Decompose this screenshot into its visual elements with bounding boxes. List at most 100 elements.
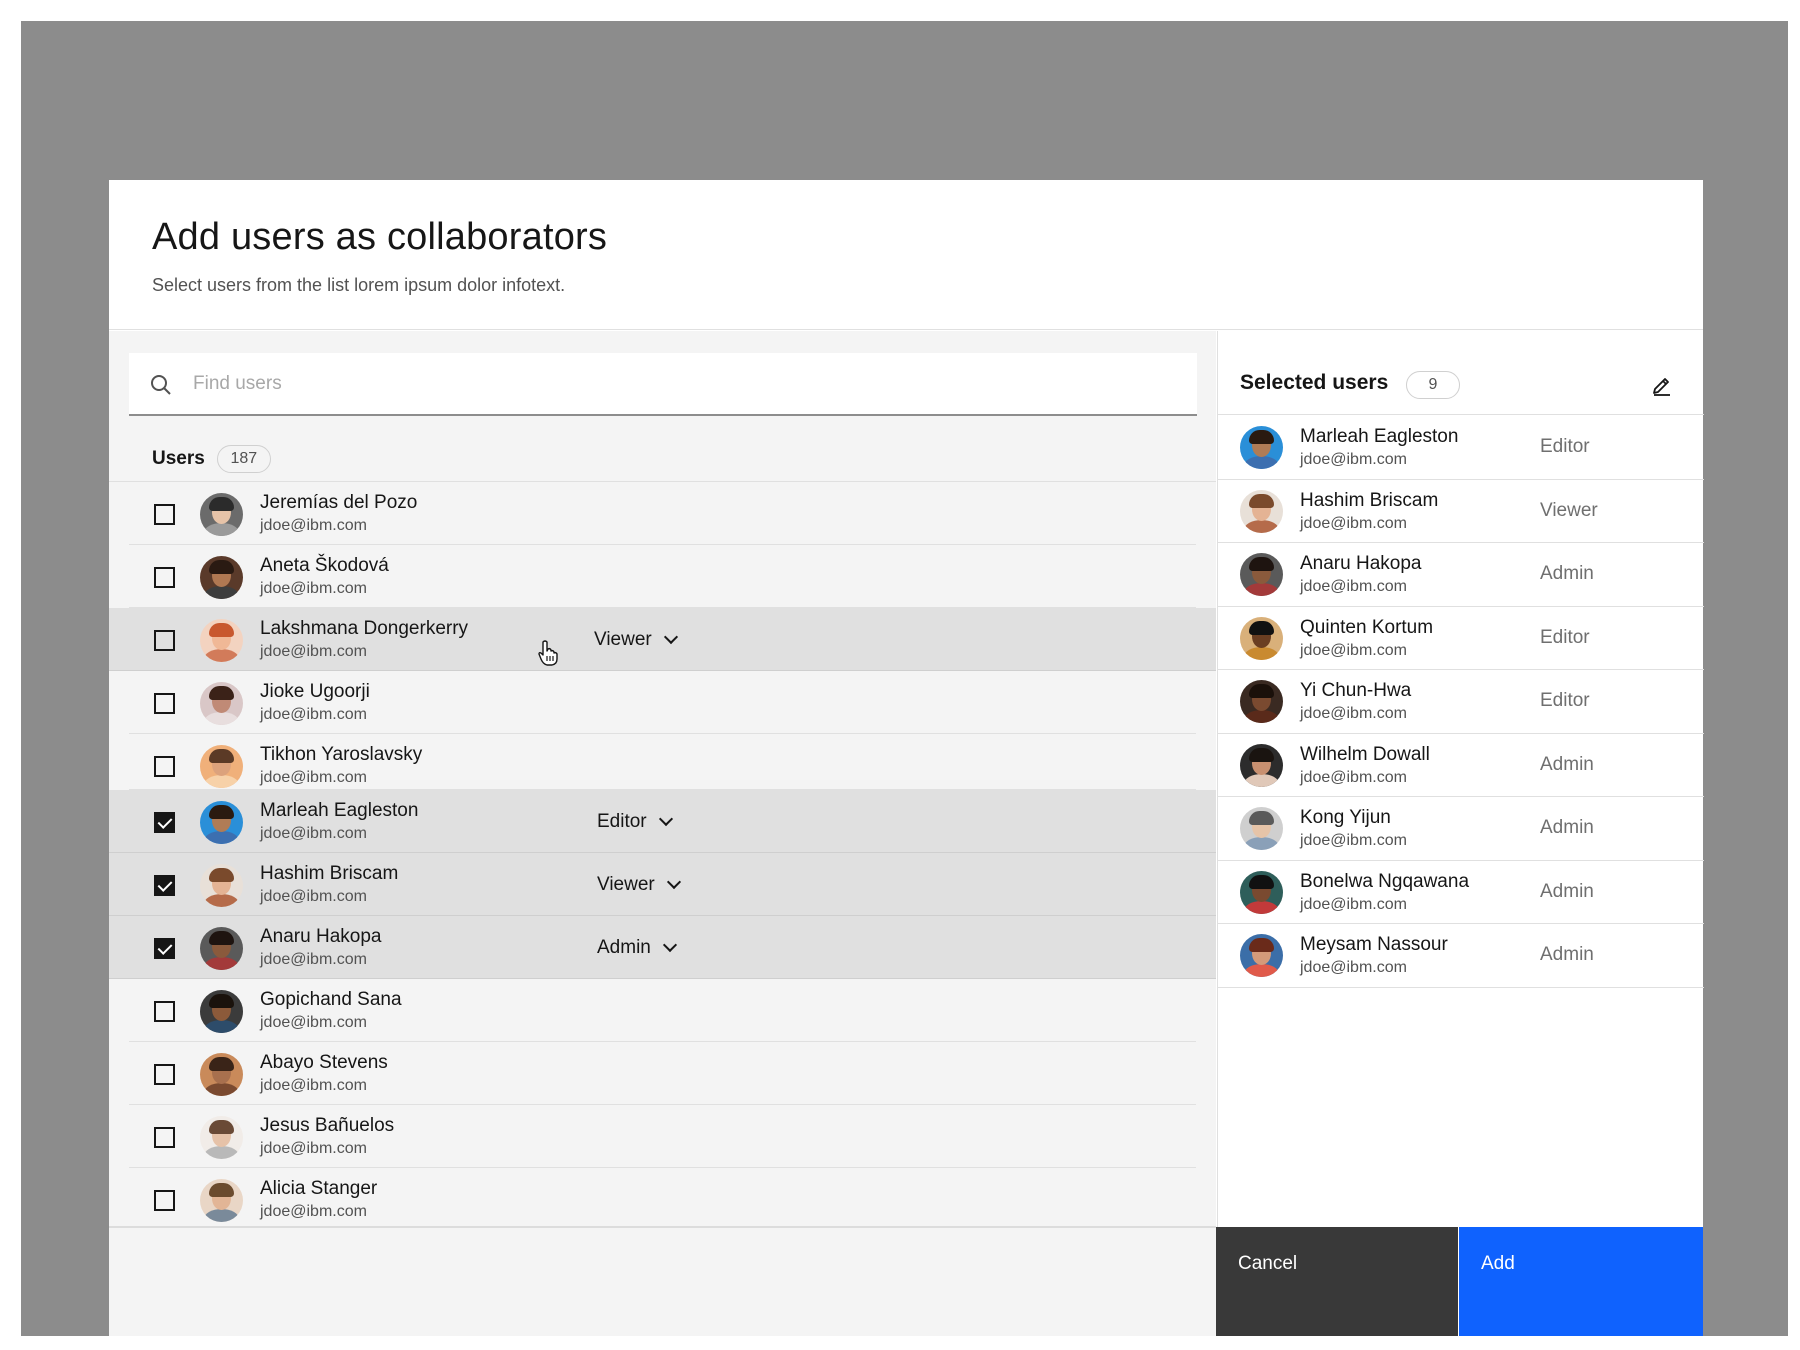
- user-name: Hashim Briscam: [260, 863, 399, 884]
- modal-subtitle: Select users from the list lorem ipsum d…: [152, 275, 566, 295]
- selected-user-row[interactable]: Hashim Briscam jdoe@ibm.com Viewer: [1218, 480, 1704, 543]
- avatar: [1240, 616, 1283, 660]
- selected-user-role: Editor: [1540, 626, 1590, 648]
- role-dropdown-label: Admin: [597, 937, 651, 958]
- user-email: jdoe@ibm.com: [260, 580, 367, 597]
- avatar: [1240, 680, 1283, 723]
- selected-user-row[interactable]: Anaru Hakopa jdoe@ibm.com Admin: [1218, 543, 1704, 607]
- modal-title: Add users as collaborators: [152, 216, 608, 258]
- user-row[interactable]: Anaru Hakopa jdoe@ibm.com Admin: [109, 916, 1216, 979]
- selected-user-name: Quinten Kortum: [1300, 616, 1434, 638]
- selected-user-row[interactable]: Wilhelm Dowall jdoe@ibm.com Admin: [1218, 734, 1704, 797]
- avatar: [200, 556, 243, 599]
- chevron-down-icon: [666, 874, 681, 890]
- user-email: jdoe@ibm.com: [260, 888, 367, 905]
- user-name: Tikhon Yaroslavsky: [260, 744, 423, 765]
- selected-user-row[interactable]: Marleah Eagleston jdoe@ibm.com Editor: [1218, 416, 1704, 480]
- selected-user-role: Editor: [1540, 690, 1590, 711]
- hand-pointer-icon: [538, 640, 558, 666]
- checkbox-unchecked-icon[interactable]: [154, 1127, 175, 1148]
- role-dropdown[interactable]: Viewer: [597, 871, 681, 899]
- avatar: [200, 493, 243, 536]
- user-email: jdoe@ibm.com: [260, 769, 367, 786]
- checkbox-unchecked-icon[interactable]: [154, 630, 175, 651]
- search-input[interactable]: [193, 353, 1173, 414]
- checkbox-unchecked-icon[interactable]: [154, 1064, 175, 1085]
- avatar: [1240, 870, 1283, 914]
- search-box[interactable]: [129, 353, 1197, 416]
- selected-users-list: Marleah Eagleston jdoe@ibm.com Editor Hashi…: [1218, 416, 1704, 988]
- checkbox-unchecked-icon[interactable]: [154, 1001, 175, 1022]
- selected-users-panel: Selected users 9 Marleah Eagleston jdoe@i…: [1217, 331, 1704, 1336]
- user-row[interactable]: Alicia Stanger jdoe@ibm.com: [109, 1168, 1216, 1227]
- avatar: [200, 801, 243, 844]
- avatar: [1240, 807, 1283, 850]
- selected-user-name: Bonelwa Ngqawana: [1300, 870, 1470, 892]
- selected-user-row[interactable]: Quinten Kortum jdoe@ibm.com Editor: [1218, 607, 1704, 670]
- edit-icon[interactable]: [1650, 373, 1674, 397]
- role-dropdown[interactable]: Viewer: [594, 626, 678, 654]
- user-row[interactable]: Jeremías del Pozo jdoe@ibm.com: [109, 482, 1216, 545]
- cancel-button[interactable]: Cancel: [1216, 1227, 1458, 1336]
- selected-user-role: Admin: [1540, 944, 1594, 965]
- avatar: [1240, 553, 1283, 596]
- user-name: Jesus Bañuelos: [260, 1115, 395, 1136]
- checkbox-checked-icon[interactable]: [154, 812, 175, 833]
- selected-user-email: jdoe@ibm.com: [1300, 832, 1407, 849]
- avatar: [200, 745, 243, 788]
- checkbox-unchecked-icon[interactable]: [154, 1190, 175, 1211]
- user-email: jdoe@ibm.com: [260, 1140, 367, 1157]
- checkbox-unchecked-icon[interactable]: [154, 756, 175, 777]
- add-users-modal: Add users as collaborators Select users …: [109, 180, 1704, 1336]
- users-label: Users: [152, 448, 205, 469]
- role-dropdown-label: Viewer: [597, 874, 655, 895]
- checkbox-unchecked-icon[interactable]: [154, 567, 175, 588]
- avatar: [200, 927, 243, 970]
- checkbox-checked-icon[interactable]: [154, 875, 175, 896]
- avatar: [1240, 489, 1283, 533]
- avatar: [1240, 743, 1283, 787]
- user-name: Lakshmana Dongerkerry: [260, 618, 469, 639]
- selected-user-email: jdoe@ibm.com: [1300, 578, 1407, 595]
- selected-user-row[interactable]: Kong Yijun jdoe@ibm.com Admin: [1218, 797, 1704, 861]
- user-row[interactable]: Jioke Ugoorji jdoe@ibm.com: [109, 671, 1216, 734]
- checkbox-unchecked-icon[interactable]: [154, 504, 175, 525]
- selected-user-name: Anaru Hakopa: [1300, 553, 1422, 574]
- role-dropdown[interactable]: Admin: [597, 934, 677, 962]
- user-email: jdoe@ibm.com: [260, 706, 367, 723]
- avatar: [1240, 426, 1283, 469]
- avatar: [200, 864, 243, 907]
- user-row[interactable]: Aneta Škodová jdoe@ibm.com: [109, 545, 1216, 608]
- list-divider: [109, 1226, 1216, 1228]
- users-header: Users 187: [152, 444, 271, 474]
- user-row[interactable]: Gopichand Sana jdoe@ibm.com: [109, 979, 1216, 1042]
- user-name: Alicia Stanger: [260, 1178, 378, 1199]
- avatar: [200, 990, 243, 1033]
- selected-user-name: Hashim Briscam: [1300, 489, 1439, 511]
- selected-user-email: jdoe@ibm.com: [1300, 514, 1407, 532]
- user-email: jdoe@ibm.com: [260, 1014, 367, 1031]
- role-dropdown[interactable]: Editor: [597, 808, 673, 836]
- selected-user-name: Meysam Nassour: [1300, 934, 1448, 955]
- checkbox-checked-icon[interactable]: [154, 938, 175, 959]
- user-row[interactable]: Marleah Eagleston jdoe@ibm.com Editor: [109, 790, 1216, 853]
- selected-user-role: Admin: [1540, 880, 1594, 902]
- selected-user-row[interactable]: Yi Chun-Hwa jdoe@ibm.com Editor: [1218, 670, 1704, 734]
- user-name: Jeremías del Pozo: [260, 492, 418, 513]
- user-email: jdoe@ibm.com: [260, 1077, 367, 1094]
- user-row[interactable]: Hashim Briscam jdoe@ibm.com Viewer: [109, 853, 1216, 916]
- user-row[interactable]: Tikhon Yaroslavsky jdoe@ibm.com: [109, 734, 1216, 790]
- checkbox-unchecked-icon[interactable]: [154, 693, 175, 714]
- selected-user-role: Admin: [1540, 817, 1594, 838]
- user-name: Marleah Eagleston: [260, 800, 419, 821]
- add-button[interactable]: Add: [1459, 1227, 1703, 1336]
- user-row[interactable]: Abayo Stevens jdoe@ibm.com: [109, 1042, 1216, 1105]
- selected-user-role: Viewer: [1540, 499, 1598, 521]
- user-name: Abayo Stevens: [260, 1052, 388, 1073]
- user-row[interactable]: Jesus Bañuelos jdoe@ibm.com: [109, 1105, 1216, 1168]
- user-row[interactable]: Lakshmana Dongerkerry jdoe@ibm.com Viewer: [109, 608, 1216, 671]
- chevron-down-icon: [662, 937, 677, 953]
- selected-count-badge: 9: [1406, 371, 1460, 399]
- selected-user-row[interactable]: Bonelwa Ngqawana jdoe@ibm.com Admin: [1218, 861, 1704, 924]
- selected-user-row[interactable]: Meysam Nassour jdoe@ibm.com Admin: [1218, 924, 1704, 988]
